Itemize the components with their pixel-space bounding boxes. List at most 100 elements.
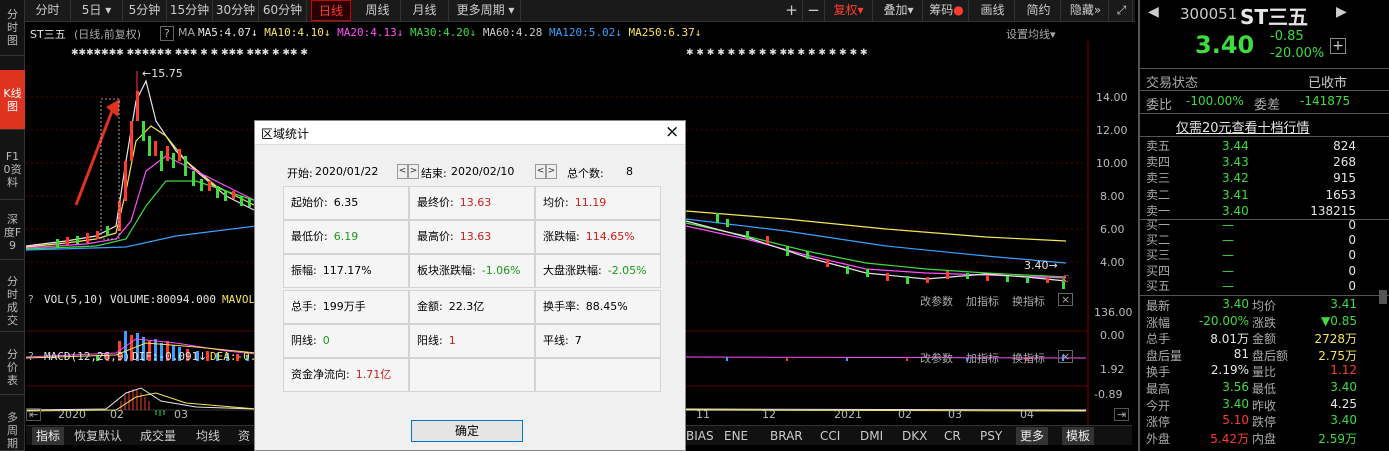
stat-value: 3.40 xyxy=(1222,297,1249,311)
period-more[interactable]: 更多周期 ▾ xyxy=(451,0,521,21)
period-5day[interactable]: 5日 ▾ xyxy=(71,0,123,21)
left-tab-bar: 分时图 K线图 F10资料 深度F9 分时成交 分价表 多周期 xyxy=(0,0,25,451)
ok-button[interactable]: 确定 xyxy=(411,420,523,442)
reset-default-tab[interactable]: 恢复默认 xyxy=(70,427,126,445)
next-stock-icon[interactable]: ▶ xyxy=(1336,4,1347,20)
diejia-button[interactable]: 叠加▾ xyxy=(875,0,923,21)
period-5min[interactable]: 5分钟 xyxy=(123,0,167,21)
chouma-button[interactable]: 筹码● xyxy=(925,0,969,21)
stats-cell-label: 涨跌幅: xyxy=(543,230,580,243)
level2-promo-link[interactable]: 仅需20元查看十档行情 xyxy=(1176,117,1310,136)
time-axis-label: 02 xyxy=(110,408,124,421)
fuquan-button[interactable]: 复权▾ xyxy=(825,0,873,21)
expand-icon[interactable]: ⤢ xyxy=(1111,0,1133,21)
period-60min[interactable]: 60分钟 xyxy=(259,0,307,21)
prev-stock-icon[interactable]: ◀ xyxy=(1148,4,1159,20)
stats-cell: 最终价: 13.63 xyxy=(409,186,535,220)
stat-label: 今开 xyxy=(1146,398,1171,413)
stat-label: 均价 xyxy=(1252,299,1277,313)
stat-value: -20.00% xyxy=(1198,313,1249,328)
more-indicators-tab[interactable]: 更多 xyxy=(1016,427,1049,445)
drawn-arrow xyxy=(74,98,120,240)
start-date-stepper[interactable]: < > xyxy=(397,163,419,179)
stats-cell: 振幅: 117.17% xyxy=(283,254,409,288)
dropdown-icon: ▾ xyxy=(857,3,864,17)
stat-value: 8.01万 xyxy=(1210,332,1249,347)
psy-tab[interactable]: PSY xyxy=(976,427,1006,445)
stats-cell-label: 总手: xyxy=(291,300,317,313)
chevron-left-icon[interactable]: < xyxy=(535,164,546,179)
add-watchlist-icon[interactable]: + xyxy=(1330,38,1346,54)
brar-tab[interactable]: BRAR xyxy=(766,427,807,445)
period-30min[interactable]: 30分钟 xyxy=(213,0,259,21)
vol-add-indicator[interactable]: 加指标 xyxy=(966,293,999,309)
bid-label: 买五 xyxy=(1146,278,1171,293)
more-left-tab[interactable]: 资 xyxy=(234,427,254,445)
ene-tab[interactable]: ENE xyxy=(720,427,752,445)
zoom-out-button[interactable]: − xyxy=(803,0,825,21)
vol-axis-label: 136.00 xyxy=(1094,306,1133,319)
indicator-tab[interactable]: 指标 xyxy=(32,427,65,445)
vol-switch-indicator[interactable]: 换指标 xyxy=(1012,293,1045,309)
tab-fenshi-chengjiao[interactable]: 分时成交 xyxy=(0,270,25,332)
cci-tab[interactable]: CCI xyxy=(816,427,844,445)
stats-cell-label: 板块涨跌幅: xyxy=(417,264,476,277)
macd-dea: DEA:-0. xyxy=(210,350,257,363)
help-icon[interactable]: ? xyxy=(160,26,174,41)
ask-row[interactable]: 卖五 3.44 824 xyxy=(1146,138,1356,155)
tab-depth[interactable]: 深度F9 xyxy=(0,205,25,260)
tab-multi-period[interactable]: 多周期 xyxy=(0,410,25,451)
tab-fenshi[interactable]: 分时图 xyxy=(0,0,25,56)
close-icon[interactable]: × xyxy=(665,122,679,142)
zoom-in-button[interactable]: + xyxy=(781,0,803,21)
ma30-value: MA30:4.20 xyxy=(409,26,470,39)
stats-cell-label: 阳线: xyxy=(417,334,443,347)
volume-help-icon[interactable]: ? xyxy=(28,293,34,306)
ask-row[interactable]: 卖三 3.42 915 xyxy=(1146,170,1356,187)
dmi-tab[interactable]: DMI xyxy=(856,427,887,445)
scroll-right-icon[interactable]: ⇥ xyxy=(1114,408,1130,421)
range-stats-dialog: 区域统计 × 开始: 2020/01/22 < > 结束: 2020/02/10 … xyxy=(254,120,686,451)
template-tab[interactable]: 模板 xyxy=(1062,427,1095,445)
huaxian-button[interactable]: 画线 xyxy=(971,0,1015,21)
bid-row[interactable]: 买五 — 0 xyxy=(1146,278,1356,295)
macd-switch-indicator[interactable]: 换指标 xyxy=(1012,350,1045,366)
chevron-left-icon[interactable]: < xyxy=(397,164,408,179)
stat-label: 量比 xyxy=(1252,365,1277,380)
tab-kline[interactable]: K线图 xyxy=(0,70,25,130)
dkx-tab[interactable]: DKX xyxy=(898,427,931,445)
ma-label: MA xyxy=(178,26,196,39)
period-15min[interactable]: 15分钟 xyxy=(167,0,213,21)
vol-close-icon[interactable]: × xyxy=(1058,293,1074,306)
period-fenshi[interactable]: 分时 xyxy=(25,0,71,21)
period-monthly[interactable]: 月线 xyxy=(401,0,449,21)
macd-help-icon[interactable]: ? xyxy=(28,350,34,363)
bias-tab[interactable]: BIAS xyxy=(682,427,718,445)
macd-close-icon[interactable]: × xyxy=(1058,350,1074,363)
ma-settings-button[interactable]: 设置均线▾ xyxy=(1006,26,1056,42)
vol-modify-params[interactable]: 改参数 xyxy=(920,293,953,309)
end-date-stepper[interactable]: < > xyxy=(535,163,557,179)
jianyue-button[interactable]: 简约 xyxy=(1017,0,1061,21)
stat-label: 换手 xyxy=(1146,365,1171,380)
hide-button[interactable]: 隐藏» xyxy=(1063,0,1109,21)
ma-tab[interactable]: 均线 xyxy=(192,427,224,445)
macd-modify-params[interactable]: 改参数 xyxy=(920,350,953,366)
tab-f10[interactable]: F10资料 xyxy=(0,140,25,200)
volume-tab[interactable]: 成交量 xyxy=(136,427,180,445)
panel-scrollbar[interactable] xyxy=(1379,290,1387,304)
tab-fenjia[interactable]: 分价表 xyxy=(0,340,25,395)
start-label: 开始: xyxy=(287,167,313,180)
chevron-right-icon[interactable]: > xyxy=(408,164,419,179)
macd-add-indicator[interactable]: 加指标 xyxy=(966,350,999,366)
cr-tab[interactable]: CR xyxy=(940,427,965,445)
ask-row[interactable]: 卖二 3.41 1653 xyxy=(1146,187,1356,204)
volume-value: VOLUME:80094.000 xyxy=(110,293,216,306)
ask-row[interactable]: 卖四 3.43 268 xyxy=(1146,154,1356,171)
scroll-left-icon[interactable]: ⇤ xyxy=(26,408,42,421)
chevron-right-icon[interactable]: > xyxy=(546,164,557,179)
period-daily[interactable]: 日线 xyxy=(311,0,351,21)
fuquan-label: 复权 xyxy=(833,3,858,17)
period-weekly[interactable]: 周线 xyxy=(355,0,401,21)
stats-cell-value: 22.3亿 xyxy=(448,300,485,313)
